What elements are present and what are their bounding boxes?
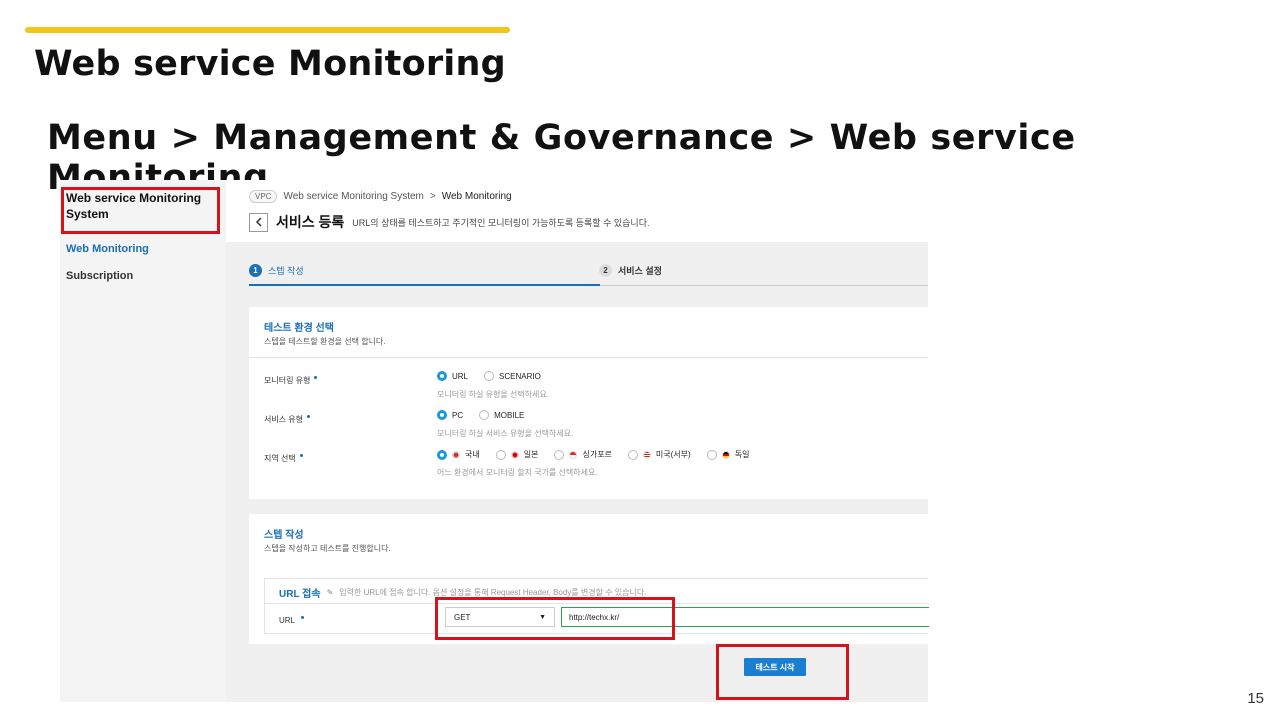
radio-singapore[interactable]: 싱가포르	[554, 449, 612, 460]
url-block-title: URL 접속	[279, 589, 321, 600]
page-header: 서비스 등록 URL의 상태를 테스트하고 주기적인 모니터링이 가능하도록 등…	[249, 212, 650, 232]
required-dot	[299, 454, 303, 457]
radio-pc[interactable]: PC	[437, 410, 463, 420]
required-dot	[307, 415, 311, 418]
radio-icon	[495, 449, 506, 460]
left-sidebar: Web service Monitoring System Web Monito…	[60, 180, 226, 702]
highlight-box-test-button	[716, 644, 849, 700]
monitor-type-label: 모니터링 유형	[264, 375, 318, 386]
step-number: 1	[249, 264, 262, 277]
radio-scenario[interactable]: SCENARIO	[484, 371, 541, 381]
slide-title: Web service Monitoring	[34, 44, 506, 84]
radio-icon	[706, 449, 717, 460]
vpc-badge: VPC	[249, 190, 278, 203]
chevron-left-icon	[255, 217, 262, 227]
accent-bar	[25, 27, 510, 33]
highlight-box-sidebar-title	[61, 187, 220, 234]
back-button[interactable]	[249, 212, 268, 232]
test-environment-card: 테스트 환경 선택 스텝을 테스트할 환경을 선택 합니다. 모니터링 유형 U…	[249, 307, 928, 499]
card-title: 테스트 환경 선택	[264, 323, 334, 334]
germany-flag-icon	[721, 450, 730, 459]
breadcrumb: VPC Web service Monitoring System > Web …	[249, 190, 512, 203]
step-label: 스텝 작성	[268, 266, 304, 276]
us-flag-icon	[642, 450, 651, 459]
url-label: URL	[279, 616, 305, 625]
region-hint: 어느 환경에서 모니터링 할지 국가를 선택하세요.	[437, 468, 598, 477]
step-1[interactable]: 1 스텝 작성	[249, 264, 304, 277]
radio-us-west[interactable]: 미국(서부)	[627, 449, 691, 460]
required-dot	[314, 376, 318, 379]
page-description: URL의 상태를 테스트하고 주기적인 모니터링이 가능하도록 등록할 수 있습…	[352, 217, 650, 228]
radio-germany[interactable]: 독일	[706, 449, 749, 460]
monitor-type-hint: 모니터링 하실 유형을 선택하세요.	[437, 390, 549, 399]
required-dot	[301, 616, 305, 619]
radio-selected-icon	[437, 371, 447, 381]
monitor-type-options: URL SCENARIO	[437, 371, 557, 381]
card-description: 스텝을 테스트할 환경을 선택 합니다.	[264, 337, 386, 346]
radio-url[interactable]: URL	[437, 371, 468, 381]
sidebar-item-subscription[interactable]: Subscription	[66, 270, 133, 282]
step-label: 서비스 설정	[618, 266, 662, 276]
korea-flag-icon	[452, 450, 460, 459]
service-type-hint: 모니터링 하실 서비스 유형을 선택하세요.	[437, 429, 574, 438]
japan-flag-icon	[510, 450, 519, 459]
radio-icon	[554, 449, 565, 460]
service-type-label: 서비스 유형	[264, 414, 311, 425]
region-label: 지역 선택	[264, 453, 303, 464]
radio-icon	[479, 410, 490, 420]
radio-selected-icon	[437, 449, 447, 460]
pencil-icon[interactable]: ✎	[327, 588, 334, 597]
page-number: 15	[1247, 690, 1264, 707]
radio-korea[interactable]: 국내	[437, 449, 480, 460]
step-indicator: 1 스텝 작성 2 서비스 설정	[249, 262, 928, 286]
divider	[249, 357, 928, 358]
radio-japan[interactable]: 일본	[495, 449, 538, 460]
page-title: 서비스 등록	[276, 214, 345, 230]
breadcrumb-item-current: Web Monitoring	[441, 191, 512, 202]
highlight-box-url-input	[435, 597, 675, 640]
card-title: 스텝 작성	[264, 530, 304, 541]
breadcrumb-item-system[interactable]: Web service Monitoring System	[283, 191, 423, 202]
sidebar-item-web-monitoring[interactable]: Web Monitoring	[66, 243, 149, 255]
service-type-options: PC MOBILE	[437, 410, 540, 420]
region-options: 국내 일본 싱가포르 미국(서부) 독일	[437, 449, 765, 460]
step-active-line	[249, 284, 600, 286]
breadcrumb-separator: >	[429, 191, 436, 202]
step-number: 2	[599, 264, 612, 277]
singapore-flag-icon	[569, 450, 578, 459]
radio-selected-icon	[437, 410, 447, 420]
card-description: 스텝을 작성하고 테스트를 진행합니다.	[264, 544, 391, 553]
radio-mobile[interactable]: MOBILE	[479, 410, 524, 420]
step-2[interactable]: 2 서비스 설정	[599, 264, 662, 277]
radio-icon	[627, 449, 638, 460]
radio-icon	[484, 371, 495, 381]
